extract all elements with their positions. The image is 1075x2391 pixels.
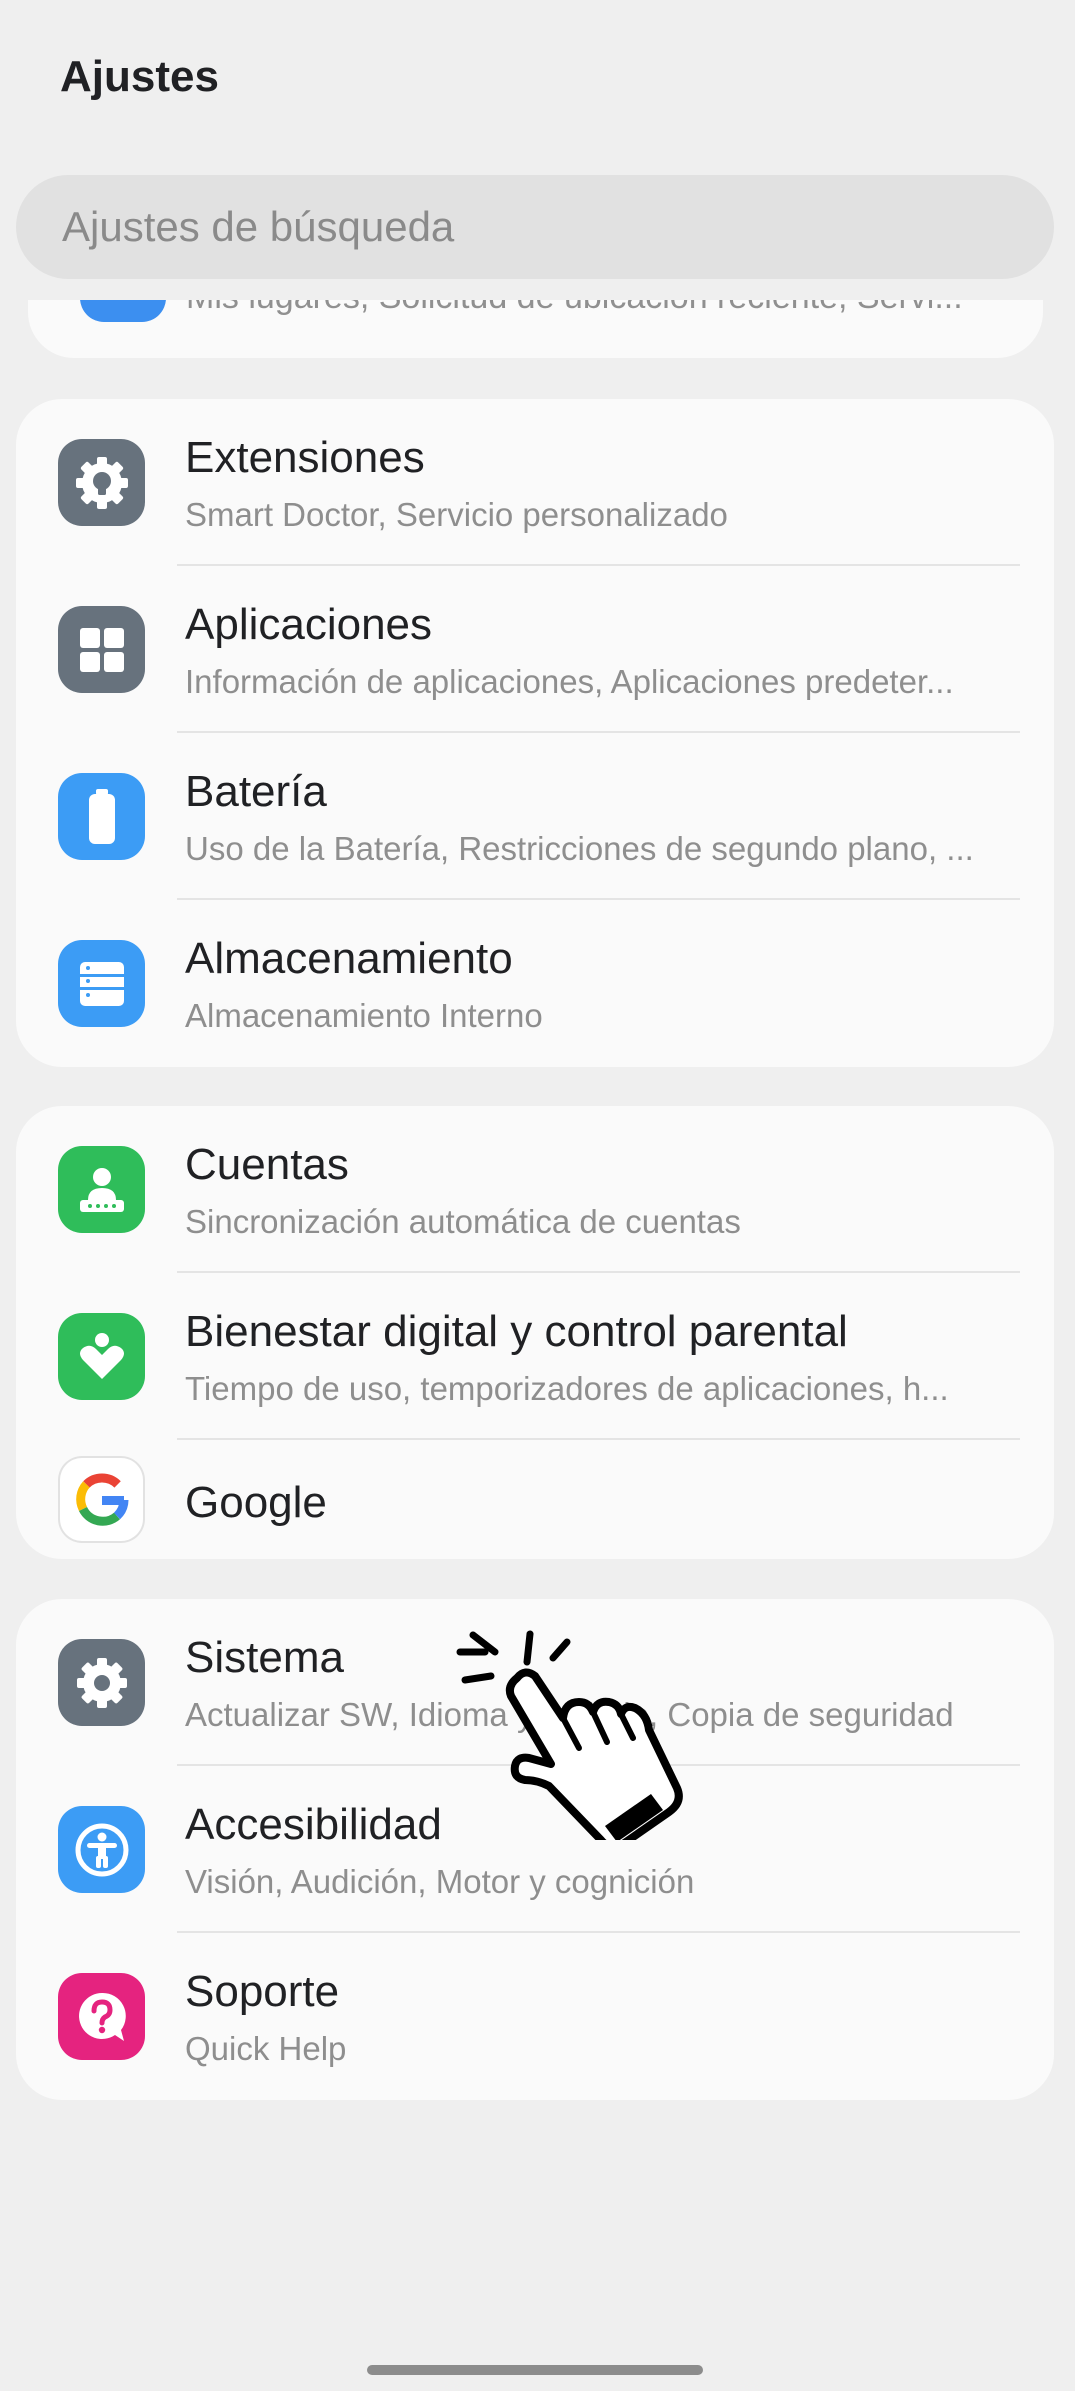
settings-item-subtitle: Tiempo de uso, temporizadores de aplicac… xyxy=(185,1370,949,1407)
wellbeing-heart-icon xyxy=(58,1313,145,1400)
apps-grid-icon xyxy=(58,606,145,693)
settings-item-title: Google xyxy=(185,1478,327,1527)
search-placeholder: Ajustes de búsqueda xyxy=(62,203,455,250)
accounts-icon xyxy=(58,1146,145,1233)
settings-item-title: Batería xyxy=(185,767,327,816)
page-title: Ajustes xyxy=(60,52,219,101)
settings-item-title: Cuentas xyxy=(185,1140,349,1189)
settings-item-bateria[interactable]: Batería Uso de la Batería, Restricciones… xyxy=(16,733,1054,900)
storage-icon xyxy=(58,940,145,1027)
settings-item-subtitle: Sincronización automática de cuentas xyxy=(185,1203,741,1240)
search-bar[interactable]: Ajustes de búsqueda xyxy=(16,175,1054,279)
extensions-gear-bulb-icon xyxy=(58,439,145,526)
battery-icon xyxy=(58,773,145,860)
settings-item-subtitle: Smart Doctor, Servicio personalizado xyxy=(185,496,728,533)
settings-item-title: Bienestar digital y control parental xyxy=(185,1307,848,1356)
location-icon xyxy=(80,300,166,322)
settings-item-aplicaciones[interactable]: Aplicaciones Información de aplicaciones… xyxy=(16,566,1054,733)
settings-item-almacenamiento[interactable]: Almacenamiento Almacenamiento Interno xyxy=(16,900,1054,1067)
location-item-partial[interactable]: Mis lugares, Solicitud de ubicación reci… xyxy=(28,300,1043,358)
settings-item-subtitle: Almacenamiento Interno xyxy=(185,997,543,1034)
support-question-icon xyxy=(58,1973,145,2060)
settings-item-title: Sistema xyxy=(185,1633,344,1682)
settings-item-soporte[interactable]: Soporte Quick Help xyxy=(16,1933,1054,2100)
system-gear-icon xyxy=(58,1639,145,1726)
settings-item-subtitle: Información de aplicaciones, Aplicacione… xyxy=(185,663,954,700)
settings-group-device: Extensiones Smart Doctor, Servicio perso… xyxy=(16,399,1054,1067)
settings-item-subtitle: Uso de la Batería, Restricciones de segu… xyxy=(185,830,974,867)
settings-item-title: Aplicaciones xyxy=(185,600,433,649)
settings-item-bienestar-digital[interactable]: Bienestar digital y control parental Tie… xyxy=(16,1273,1054,1440)
google-icon xyxy=(58,1456,145,1543)
settings-item-cuentas[interactable]: Cuentas Sincronización automática de cue… xyxy=(16,1106,1054,1273)
location-subtitle: Mis lugares, Solicitud de ubicación reci… xyxy=(186,300,1006,317)
accessibility-icon xyxy=(58,1806,145,1893)
settings-item-subtitle: Visión, Audición, Motor y cognición xyxy=(185,1863,695,1900)
settings-item-title: Almacenamiento xyxy=(185,934,513,983)
settings-item-title: Accesibilidad xyxy=(185,1800,442,1849)
navigation-handle[interactable] xyxy=(367,2365,703,2375)
settings-item-subtitle: Quick Help xyxy=(185,2030,347,2067)
settings-item-google[interactable]: Google xyxy=(16,1440,1054,1559)
settings-item-title: Soporte xyxy=(185,1967,340,2016)
settings-item-title: Extensiones xyxy=(185,433,425,482)
tap-hand-icon xyxy=(456,1630,683,1840)
settings-item-extensiones[interactable]: Extensiones Smart Doctor, Servicio perso… xyxy=(16,399,1054,566)
settings-group-accounts: Cuentas Sincronización automática de cue… xyxy=(16,1106,1054,1559)
